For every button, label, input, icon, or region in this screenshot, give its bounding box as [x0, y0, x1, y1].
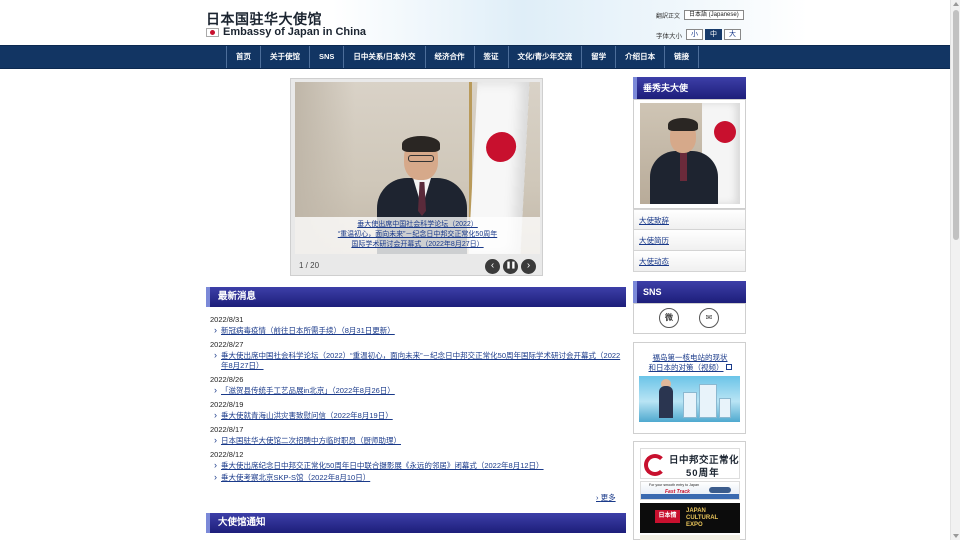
banner-text: CULTURAL	[686, 515, 719, 521]
news-heading: 最新消息	[206, 287, 626, 307]
nav-item-about[interactable]: 关于使馆	[260, 46, 309, 68]
nav-items: 首页 关于使馆 SNS 日中关系/日本外交 经济合作 签证 文化/青少年交流 留…	[226, 46, 700, 68]
ambassador-link-bio[interactable]: 大使简历	[633, 230, 746, 251]
nav-item-relations[interactable]: 日中关系/日本外交	[343, 46, 424, 68]
banner-text: 日中邦交正常化	[669, 455, 740, 466]
nav-item-home[interactable]: 首页	[226, 46, 260, 68]
nav-item-culture[interactable]: 文化/青少年交流	[507, 46, 582, 68]
site-header: 日本国驻华大使馆 Embassy of Japan in China 翻訳正文 …	[0, 0, 950, 46]
font-size-medium-button[interactable]: 中	[705, 29, 722, 40]
banner-stripe	[641, 494, 739, 499]
fast-track-banner[interactable]: For your smooth entry to Japan Fast Trac…	[640, 481, 740, 500]
font-size-large-button[interactable]: 大	[724, 29, 741, 40]
anniversary-logo-icon	[644, 454, 666, 476]
news-date: 2022/8/27	[210, 340, 244, 349]
external-link-icon	[725, 364, 732, 370]
slide-caption-line[interactable]: “重温初心，面向未来”－纪念日中邦交正常化50周年	[295, 230, 540, 240]
ambassador-link-text[interactable]: 大使致辞	[639, 216, 669, 225]
partial-banner[interactable]	[640, 535, 740, 540]
news-link[interactable]: 日本国驻华大使馆二次招聘中方临时职员（厨师助理）	[221, 436, 401, 445]
banner-text: 50周年	[686, 468, 720, 479]
news-item: 垂大使考察北京SKP-S馆（2022年8月10日）	[214, 472, 626, 483]
ambassador-link-activities[interactable]: 大使动态	[633, 251, 746, 272]
news-date: 2022/8/26	[210, 375, 244, 384]
news-link[interactable]: 垂大使考察北京SKP-S馆（2022年8月10日）	[221, 473, 370, 482]
news-date: 2022/8/31	[210, 315, 244, 324]
news-date: 2022/8/17	[210, 425, 244, 434]
nav-item-sns[interactable]: SNS	[309, 46, 343, 68]
news-more-link[interactable]: 更多	[596, 492, 616, 503]
sns-box	[633, 303, 746, 334]
main-nav: 首页 关于使馆 SNS 日中关系/日本外交 经济合作 签证 文化/青少年交流 留…	[0, 45, 950, 69]
cultural-expo-banner[interactable]: 日本情 JAPAN CULTURAL EXPO	[640, 503, 740, 533]
news-link[interactable]: 「滋贺县传统手工艺品展in北京」（2022年8月26日）	[221, 386, 395, 395]
banner-text: For your smooth entry to Japan	[649, 483, 699, 487]
news-link[interactable]: 垂大使出席中国社会科学论坛（2022）“重温初心，面向未来”－纪念日中邦交正常化…	[221, 351, 620, 370]
news-item: 日本国驻华大使馆二次招聘中方临时职员（厨师助理）	[214, 435, 626, 446]
banner-text: 日本情	[655, 510, 680, 523]
wechat-icon[interactable]: ✉	[699, 308, 719, 328]
notice-heading: 大使馆通知	[206, 513, 626, 533]
news-link[interactable]: 新冠病毒疫情（前往日本所需手续）（8月31日更新）	[221, 326, 395, 335]
ambassador-photo[interactable]	[640, 103, 740, 204]
sns-heading: SNS	[633, 281, 746, 303]
ambassador-link-text[interactable]: 大使动态	[639, 257, 669, 266]
nav-item-links[interactable]: 链接	[664, 46, 700, 68]
news-date: 2022/8/19	[210, 400, 244, 409]
slide-pause-button[interactable]: ❚❚	[503, 259, 518, 274]
font-size-small-button[interactable]: 小	[686, 29, 703, 40]
site-subtitle-text: Embassy of Japan in China	[223, 26, 367, 38]
fukushima-line[interactable]: 和日本的对策（视频）	[649, 363, 724, 372]
nav-item-study[interactable]: 留学	[581, 46, 615, 68]
news-item: 「滋贺县传统手工艺品展in北京」（2022年8月26日）	[214, 385, 626, 396]
scroll-up-icon[interactable]	[953, 2, 959, 6]
japan-flag-icon	[206, 27, 219, 37]
fukushima-link[interactable]: 福岛第一核电站的现状 和日本的对策（视频）	[641, 353, 739, 373]
slide-caption[interactable]: 垂大使出席中国社会科学论坛（2022） “重温初心，面向未来”－纪念日中邦交正常…	[295, 217, 540, 254]
news-list: 2022/8/31 新冠病毒疫情（前往日本所需手续）（8月31日更新） 2022…	[206, 311, 626, 483]
slide-prev-button[interactable]: ‹	[485, 259, 500, 274]
slide-caption-line[interactable]: 垂大使出席中国社会科学论坛（2022）	[295, 220, 540, 230]
scroll-down-icon[interactable]	[953, 534, 959, 538]
news-item: 垂大使出席中国社会科学论坛（2022）“重温初心，面向未来”－纪念日中邦交正常化…	[214, 350, 626, 371]
font-size-control: 字体大小 小 中 大	[656, 29, 741, 40]
nav-item-economy[interactable]: 经济合作	[424, 46, 474, 68]
font-size-label: 字体大小	[656, 32, 682, 40]
news-link[interactable]: 垂大使就青海山洪灾害致慰问信（2022年8月19日）	[221, 411, 393, 420]
language-select[interactable]: 日本語 (Japanese)	[684, 10, 745, 20]
page-scrollbar[interactable]	[950, 0, 960, 540]
ambassador-link-greeting[interactable]: 大使致辞	[633, 209, 746, 230]
fukushima-line[interactable]: 福岛第一核电站的现状	[653, 353, 728, 362]
slide-next-button[interactable]: ›	[521, 259, 536, 274]
news-item: 垂大使出席纪念日中邦交正常化50周年日中联合摄影展《永远的邻居》闭幕式（2022…	[214, 460, 626, 471]
slide-caption-line[interactable]: 国际学术研讨会开幕式（2022年8月27日）	[295, 240, 540, 250]
nav-item-japan[interactable]: 介绍日本	[615, 46, 664, 68]
language-selector: 翻訳正文 日本語 (Japanese)	[656, 10, 745, 20]
slideshow: 垂大使出席中国社会科学论坛（2022） “重温初心，面向未来”－纪念日中邦交正常…	[290, 78, 543, 276]
language-label: 翻訳正文	[656, 13, 681, 20]
airplane-icon	[709, 487, 731, 493]
news-item: 新冠病毒疫情（前往日本所需手续）（8月31日更新）	[214, 325, 626, 336]
banner-text: EXPO	[686, 522, 703, 528]
slide-counter: 1 / 20	[299, 261, 320, 270]
news-item: 垂大使就青海山洪灾害致慰问信（2022年8月19日）	[214, 410, 626, 421]
news-link[interactable]: 垂大使出席纪念日中邦交正常化50周年日中联合摄影展《永远的邻居》闭幕式（2022…	[221, 461, 544, 470]
anniversary-50-banner[interactable]: 日中邦交正常化 50周年	[640, 448, 740, 479]
ambassador-link-text[interactable]: 大使简历	[639, 236, 669, 245]
fukushima-video-thumbnail[interactable]	[639, 376, 740, 422]
ambassador-heading: 垂秀夫大使	[633, 77, 746, 99]
site-subtitle: Embassy of Japan in China	[206, 26, 366, 38]
weibo-icon[interactable]: 微	[659, 308, 679, 328]
banner-text: JAPAN	[686, 508, 706, 514]
news-date: 2022/8/12	[210, 450, 244, 459]
nav-item-visa[interactable]: 签证	[473, 46, 508, 68]
scroll-thumb[interactable]	[953, 10, 959, 240]
